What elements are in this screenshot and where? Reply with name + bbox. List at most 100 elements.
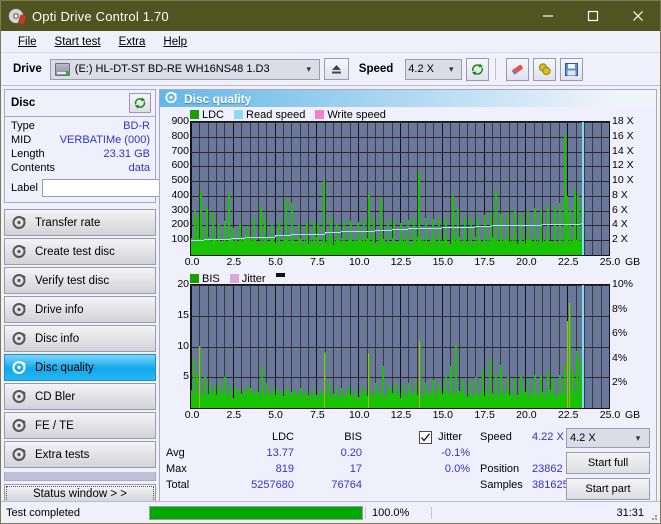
disc-icon <box>12 447 27 462</box>
application-window: Opti Drive Control 1.70 File Start test … <box>0 0 661 524</box>
disc-label-row: Label <box>11 178 150 198</box>
x-tick-label: 17.5 <box>474 256 494 268</box>
x-tick-label: 2.5 <box>226 409 241 421</box>
legend-swatch <box>190 274 199 283</box>
menu-help-label: Help <box>163 36 187 48</box>
menu-extra[interactable]: Extra <box>110 34 155 50</box>
y2-tick-label: 8 X <box>612 189 628 201</box>
menu-file[interactable]: File <box>9 34 46 50</box>
sidebar-item-create-test-disc[interactable]: Create test disc <box>4 238 156 265</box>
stats-max-ldc: 819 <box>220 463 294 475</box>
stats-max-bis: 17 <box>294 463 362 475</box>
disc-icon <box>165 91 178 107</box>
disc-icon <box>12 360 27 375</box>
menu-start-test[interactable]: Start test <box>46 34 110 50</box>
jitter-checkbox[interactable] <box>419 431 432 444</box>
y2-tick-label: 4% <box>612 352 627 364</box>
minimize-icon[interactable] <box>525 1 570 31</box>
chart-ldc: 900800700600500400300200100 18 X16 X14 X… <box>160 121 656 270</box>
stats-max-jitter: 0.0% <box>362 463 478 475</box>
close-icon[interactable] <box>615 1 660 31</box>
sidebar-item-label: Extra tests <box>35 449 89 461</box>
disc-panel-header: Disc <box>5 90 155 117</box>
elapsed-time: 31:31 <box>431 507 660 519</box>
test-speed-select[interactable]: 4.2 X ▾ <box>566 428 650 448</box>
table-row: Avg 13.77 0.20 -0.1% <box>166 445 478 461</box>
statistics-panel: LDC BIS Jitter Avg <box>160 423 656 505</box>
sidebar-item-label: Verify test disc <box>35 275 109 287</box>
sidebar-item-transfer-rate[interactable]: Transfer rate <box>4 209 156 236</box>
menu-help[interactable]: Help <box>154 34 196 50</box>
chart-cursor <box>582 122 584 255</box>
y-tick-label: 900 <box>171 115 189 127</box>
drive-select[interactable]: (E:) HL-DT-ST BD-RE WH16NS48 1.D3 ▾ <box>50 59 320 80</box>
progress-percent: 100.0% <box>365 507 431 519</box>
disc-length-value: 23.31 GB <box>104 147 150 161</box>
start-part-button[interactable]: Start part <box>566 478 650 500</box>
disc-length-label: Length <box>11 147 45 161</box>
main-panel-header: Disc quality <box>160 90 656 107</box>
sidebar-item-extra-tests[interactable]: Extra tests <box>4 441 156 468</box>
table-header-row: LDC BIS Jitter <box>166 429 478 445</box>
legend-item-read-speed: Read speed <box>234 109 305 121</box>
sidebar-item-drive-info[interactable]: Drive info <box>4 296 156 323</box>
disc-icon <box>8 8 24 24</box>
disc-property-row: Type BD-R <box>11 119 150 133</box>
main-panel: Disc quality LDC Read speed Write speed <box>159 89 657 506</box>
maximize-icon[interactable] <box>570 1 615 31</box>
resize-grip[interactable] <box>648 511 658 521</box>
status-window-button-label: Status window > > <box>33 488 127 500</box>
y2-tick-label: 2 X <box>612 233 628 245</box>
x-tick-label: 2.5 <box>226 256 241 268</box>
start-part-label: Start part <box>585 483 630 495</box>
y-tick-label: 300 <box>171 204 189 216</box>
position-key: Position <box>480 463 532 475</box>
sidebar-item-fe-te[interactable]: FE / TE <box>4 412 156 439</box>
disc-mid-label: MID <box>11 133 31 147</box>
sidebar-item-disc-info[interactable]: Disc info <box>4 325 156 352</box>
table-row: Max 819 17 0.0% <box>166 461 478 477</box>
chart-ldc-y-axis: 900800700600500400300200100 <box>160 121 190 254</box>
disc-icon <box>12 215 27 230</box>
stats-total-ldc: 5257680 <box>220 479 294 491</box>
legend-label: BIS <box>202 273 220 285</box>
chart-cursor <box>582 285 584 408</box>
sidebar-item-label: Drive info <box>35 304 84 316</box>
x-tick-label: 20.0 <box>516 409 536 421</box>
sidebar-item-cd-bler[interactable]: CD Bler <box>4 383 156 410</box>
x-tick-label: 20.0 <box>516 256 536 268</box>
speed-key: Speed <box>480 431 532 443</box>
eraser-button[interactable] <box>506 58 529 81</box>
y2-tick-label: 16 X <box>612 130 634 142</box>
refresh-button[interactable] <box>466 58 489 81</box>
x-tick-label: 10.0 <box>349 256 369 268</box>
sidebar-item-verify-test-disc[interactable]: Verify test disc <box>4 267 156 294</box>
legend-item-ldc: LDC <box>190 109 224 121</box>
speed-label: Speed <box>359 63 394 75</box>
y-tick-label: 10 <box>177 340 189 352</box>
sidebar-item-label: CD Bler <box>35 391 75 403</box>
chart-bis-y2-axis: 10%8%6%4%2% <box>610 284 645 407</box>
start-full-button[interactable]: Start full <box>566 452 650 474</box>
chevron-down-icon: ▾ <box>443 64 459 75</box>
speed-select[interactable]: 4.2 X ▾ <box>405 59 462 80</box>
sidebar-item-label: Disc info <box>35 333 79 345</box>
x-tick-label: 7.5 <box>310 409 325 421</box>
legend-swatch <box>190 110 199 119</box>
stats-header-jitter: Jitter <box>362 431 478 444</box>
sidebar-item-disc-quality[interactable]: Disc quality <box>4 354 156 381</box>
bulb-button[interactable] <box>533 58 556 81</box>
y-tick-label: 100 <box>171 233 189 245</box>
eject-button[interactable] <box>324 58 349 80</box>
status-message: Test completed <box>1 507 149 519</box>
save-button[interactable] <box>560 58 583 81</box>
samples-key: Samples <box>480 479 532 491</box>
legend-swatch <box>315 110 324 119</box>
disc-icon <box>12 389 27 404</box>
menu-start-test-label: Start test <box>55 36 101 48</box>
legend-label: Jitter <box>242 273 266 285</box>
disc-refresh-button[interactable] <box>129 93 151 113</box>
drive-icon <box>55 63 70 76</box>
x-tick-label: 22.5 <box>558 409 578 421</box>
x-tick-label: 22.5 <box>558 256 578 268</box>
